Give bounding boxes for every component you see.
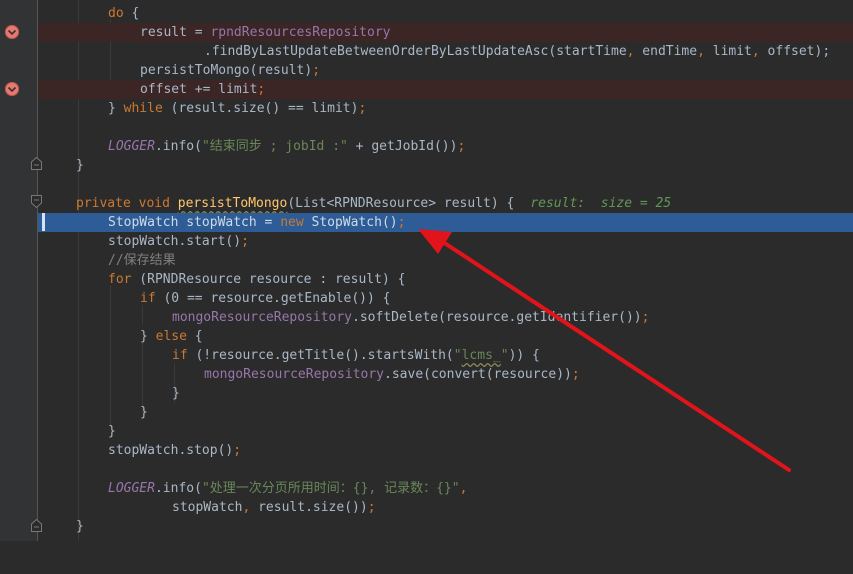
arrow-shaft	[438, 238, 791, 472]
annotation-arrow	[418, 229, 791, 472]
arrow-head	[418, 229, 452, 254]
